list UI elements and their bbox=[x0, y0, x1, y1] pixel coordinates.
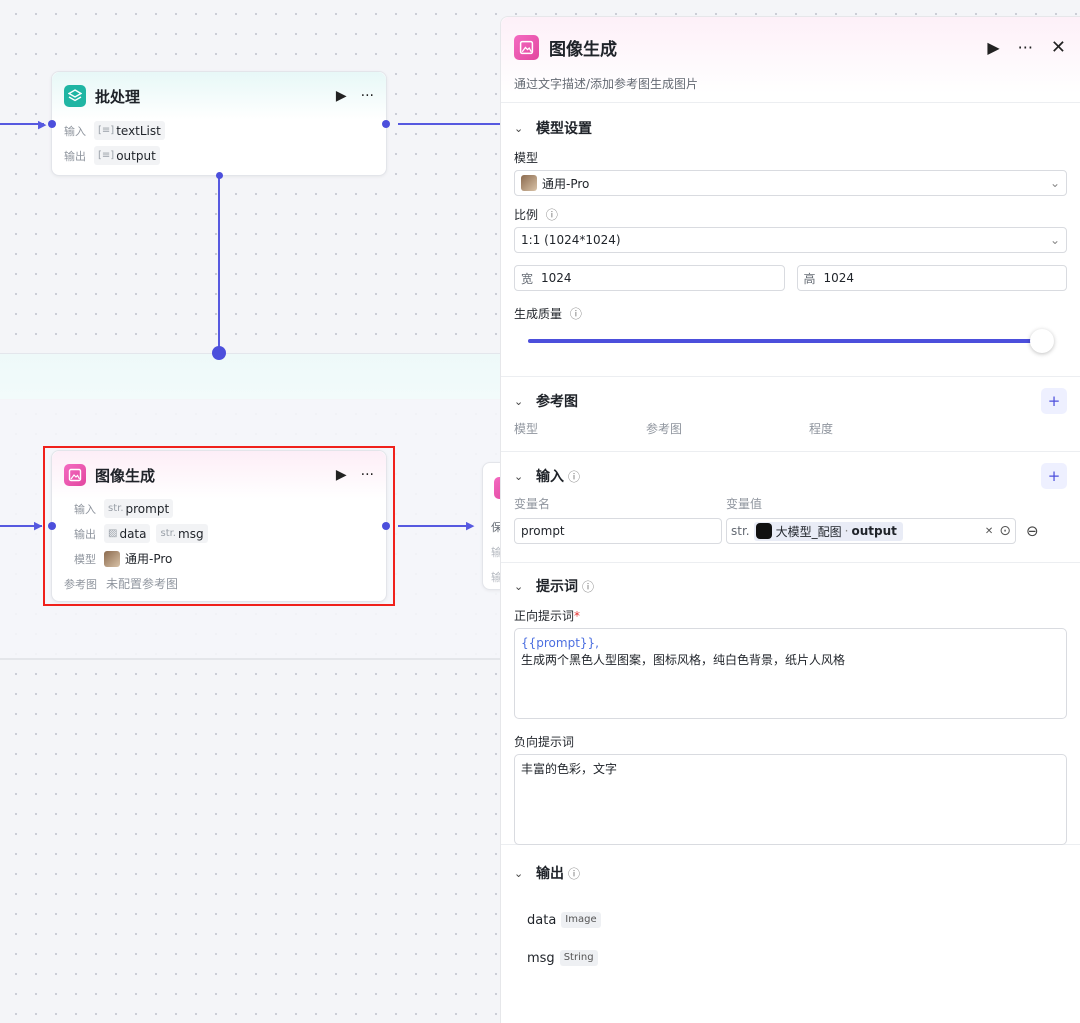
slider-fill bbox=[528, 339, 1042, 343]
variable-name-input[interactable]: prompt bbox=[514, 518, 722, 544]
run-icon[interactable]: ▶ bbox=[987, 38, 999, 57]
model-settings-section: ⌄ 模型设置 模型 通用-Pro ⌄ 比例 ⓘ 1:1 (1024*1024) … bbox=[501, 103, 1080, 377]
variable-value-select[interactable]: str. 大模型_配图 · output ✕ ⊙ bbox=[726, 518, 1016, 544]
input-section: ⌄ 输入 ⓘ + 变量名 变量值 prompt str. 大模型_配图 · outp… bbox=[501, 452, 1080, 563]
run-icon[interactable]: ▶ bbox=[336, 88, 347, 104]
node-title: 批处理 bbox=[95, 87, 141, 106]
image-icon bbox=[514, 35, 539, 60]
section-title: 参考图 bbox=[536, 394, 578, 410]
negative-prompt-textarea[interactable]: 丰富的色彩，文字 bbox=[514, 754, 1067, 845]
chevron-down-icon[interactable]: ⌄ bbox=[514, 470, 536, 483]
section-title: 提示词 bbox=[536, 579, 578, 595]
chevron-down-icon: ⌄ bbox=[514, 121, 524, 135]
edge-batch-out bbox=[398, 123, 500, 125]
target-icon[interactable]: ⊙ bbox=[999, 523, 1011, 539]
output-tag: [≡] output bbox=[94, 146, 160, 165]
edge-image-out bbox=[398, 525, 472, 527]
group-port[interactable] bbox=[212, 346, 226, 360]
input-port[interactable] bbox=[48, 120, 56, 128]
panel-title: 图像生成 bbox=[549, 40, 617, 60]
chevron-down-icon: ⌄ bbox=[1049, 233, 1060, 247]
remove-input-icon[interactable]: ⊖ bbox=[1026, 522, 1039, 540]
more-icon[interactable]: ··· bbox=[1018, 38, 1033, 57]
more-icon[interactable]: ··· bbox=[361, 88, 374, 104]
list-icon: [≡] bbox=[98, 150, 115, 161]
output-key: 输出 bbox=[64, 149, 86, 163]
column-header: 程度 bbox=[809, 421, 834, 436]
canvas-band bbox=[0, 353, 500, 399]
section-title: 输入 bbox=[536, 469, 564, 485]
prompt-variable: {{prompt}}, bbox=[521, 636, 599, 650]
type-badge: Image bbox=[561, 912, 601, 928]
info-icon[interactable]: ⓘ bbox=[568, 865, 580, 882]
model-logo-icon bbox=[755, 523, 772, 539]
ratio-select[interactable]: 1:1 (1024*1024) ⌄ bbox=[514, 227, 1067, 253]
column-header: 变量名 bbox=[514, 496, 551, 511]
ratio-label: 比例 bbox=[514, 208, 539, 222]
model-label: 模型 bbox=[514, 151, 539, 165]
section-toggle[interactable]: ⌄ 模型设置 bbox=[514, 103, 1067, 153]
panel-description: 通过文字描述/添加参考图生成图片 bbox=[514, 77, 699, 91]
edge-batch-down bbox=[218, 176, 220, 353]
width-input[interactable]: 宽 1024 bbox=[514, 265, 785, 291]
info-icon[interactable]: ⓘ bbox=[570, 307, 582, 321]
close-icon[interactable]: ✕ bbox=[1051, 37, 1066, 58]
batch-node[interactable]: 批处理 ▶ ··· 输入 [≡] textList 输出 [≡] output bbox=[48, 71, 390, 179]
panel-header: 图像生成 ▶ ··· ✕ 通过文字描述/添加参考图生成图片 bbox=[501, 17, 1080, 103]
reference-section: ⌄ 参考图 + 模型 参考图 程度 bbox=[501, 377, 1080, 452]
info-icon[interactable]: ⓘ bbox=[546, 208, 558, 222]
chevron-down-icon[interactable]: ⌄ bbox=[514, 867, 536, 880]
positive-prompt-label: 正向提示词 bbox=[514, 609, 575, 623]
slider-thumb[interactable] bbox=[1030, 329, 1054, 353]
quality-label: 生成质量 bbox=[514, 307, 563, 321]
column-header: 变量值 bbox=[726, 496, 763, 511]
bottom-port[interactable] bbox=[216, 172, 223, 179]
input-tag: [≡] textList bbox=[94, 121, 165, 140]
selection-highlight bbox=[43, 446, 395, 606]
positive-prompt-textarea[interactable]: {{prompt}}, 生成两个黑色人型图案，图标风格，纯白色背景，纸片人风格 bbox=[514, 628, 1067, 719]
negative-prompt-label: 负向提示词 bbox=[514, 735, 575, 749]
clear-icon[interactable]: ✕ bbox=[985, 526, 993, 537]
chevron-down-icon[interactable]: ⌄ bbox=[514, 580, 536, 593]
quality-slider[interactable] bbox=[528, 328, 1054, 354]
arrow-icon: ▶ bbox=[34, 519, 43, 532]
arrow-icon: ▶ bbox=[466, 519, 475, 532]
model-select[interactable]: 通用-Pro ⌄ bbox=[514, 170, 1067, 196]
column-header: 参考图 bbox=[646, 421, 683, 436]
output-port[interactable] bbox=[382, 120, 390, 128]
add-input-button[interactable]: + bbox=[1041, 463, 1067, 489]
model-avatar bbox=[521, 175, 537, 191]
layers-icon bbox=[64, 85, 86, 107]
info-icon[interactable]: ⓘ bbox=[568, 468, 580, 485]
list-icon: [≡] bbox=[98, 125, 115, 136]
add-reference-button[interactable]: + bbox=[1041, 388, 1067, 414]
column-header: 模型 bbox=[514, 421, 539, 436]
arrow-icon: ▶ bbox=[38, 118, 47, 131]
info-icon[interactable]: ⓘ bbox=[582, 578, 594, 595]
height-input[interactable]: 高 1024 bbox=[796, 265, 1067, 291]
prompt-text: 丰富的色彩，文字 bbox=[521, 762, 618, 776]
chevron-down-icon[interactable]: ⌄ bbox=[514, 395, 536, 408]
prompt-section: ⌄ 提示词 ⓘ 正向提示词* {{prompt}}, 生成两个黑色人型图案，图标… bbox=[501, 563, 1080, 845]
section-title: 输出 bbox=[536, 866, 564, 882]
chevron-down-icon: ⌄ bbox=[1049, 176, 1060, 190]
type-badge: String bbox=[559, 950, 598, 966]
output-item: data Image bbox=[514, 901, 1067, 939]
output-section: ⌄ 输出 ⓘ data Image msg String bbox=[501, 845, 1080, 977]
node-settings-panel: 图像生成 ▶ ··· ✕ 通过文字描述/添加参考图生成图片 ⌄ 模型设置 模型 … bbox=[500, 16, 1080, 1023]
prompt-text: 生成两个黑色人型图案，图标风格，纯白色背景，纸片人风格 bbox=[521, 653, 846, 667]
output-item: msg String bbox=[514, 939, 1067, 977]
required-mark: * bbox=[574, 609, 581, 623]
input-key: 输入 bbox=[64, 124, 86, 138]
